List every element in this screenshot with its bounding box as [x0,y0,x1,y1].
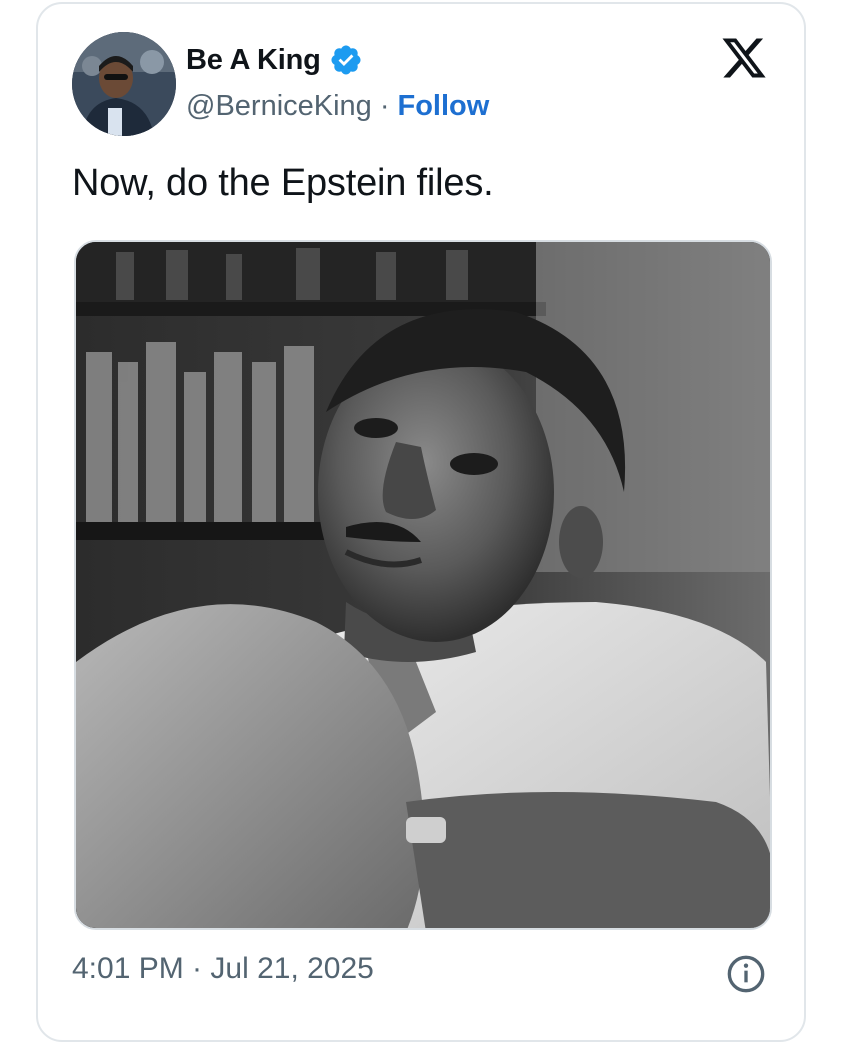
x-logo-icon[interactable] [720,34,768,82]
tweet-timestamp[interactable]: 4:01 PM · Jul 21, 2025 [72,952,374,986]
verified-badge-icon [329,43,363,77]
tweet-text: Now, do the Epstein files. [72,162,494,204]
author-handle[interactable]: @BerniceKing [186,90,372,123]
tweet-photo[interactable] [74,240,772,930]
info-icon[interactable] [726,954,766,994]
tweet-card[interactable]: Be A King @BerniceKing · Follow Now, do … [36,2,806,1042]
author-display-name[interactable]: Be A King [186,44,321,77]
follow-button[interactable]: Follow [397,90,489,123]
separator-dot: · [379,89,390,122]
author-avatar[interactable] [72,32,176,136]
avatar-image [72,32,176,136]
author-handle-row: @BerniceKing · Follow [186,86,489,126]
author-name-row: Be A King [186,40,363,80]
photo-image [76,242,770,928]
